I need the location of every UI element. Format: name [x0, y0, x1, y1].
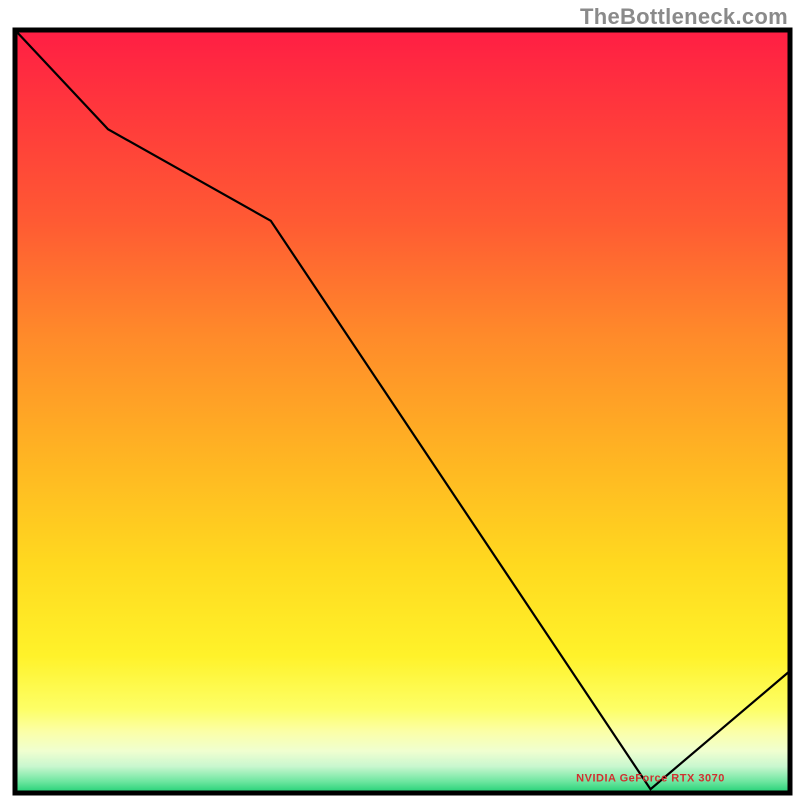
watermark-text: TheBottleneck.com [580, 4, 788, 30]
plot-background [15, 30, 790, 793]
chart-svg: NVIDIA GeForce RTX 3070 [0, 0, 800, 800]
optimum-annotation: NVIDIA GeForce RTX 3070 [576, 773, 725, 785]
chart-container: TheBottleneck.com NVIDIA GeForce RTX 307… [0, 0, 800, 800]
